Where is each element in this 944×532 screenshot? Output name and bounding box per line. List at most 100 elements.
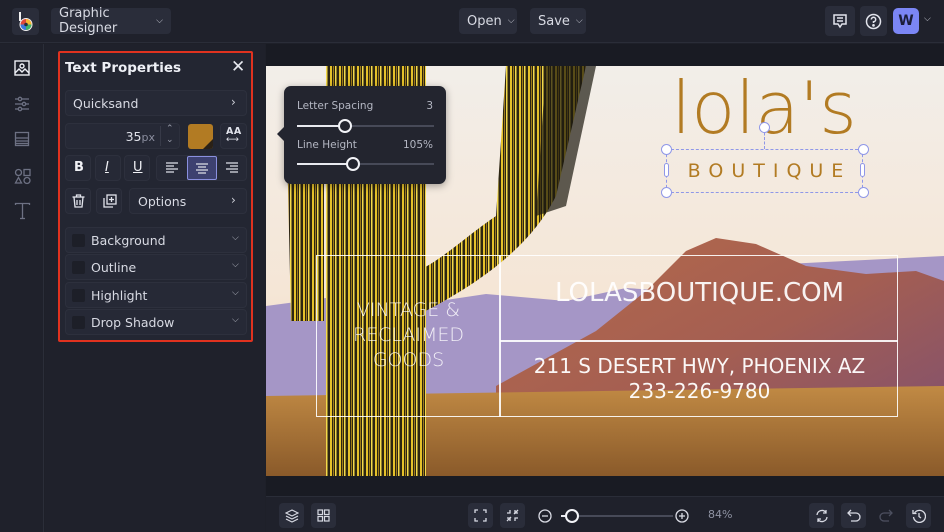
delete-button[interactable]	[65, 188, 91, 214]
letter-spacing-slider[interactable]	[297, 119, 434, 133]
highlight-checkbox[interactable]	[72, 289, 85, 302]
rail-item-adjustments[interactable]	[12, 94, 32, 114]
effect-highlight[interactable]: Highlight ⌵	[65, 282, 247, 308]
phone-text[interactable]: 233-226-9780	[501, 379, 898, 403]
account-chevron-down-icon[interactable]: ⌵	[924, 14, 931, 24]
letter-spacing-thumb[interactable]	[337, 119, 352, 133]
underline-button[interactable]: U	[124, 155, 150, 181]
rail-item-image-manager[interactable]	[12, 58, 32, 78]
font-size-display: 35px	[126, 129, 155, 144]
effect-outline[interactable]: Outline ⌵	[65, 254, 247, 280]
help-button[interactable]	[860, 6, 887, 36]
close-icon[interactable]: ✕	[231, 57, 245, 77]
align-right-button[interactable]	[218, 157, 246, 179]
tagline-line: RECLAIMED	[352, 324, 465, 346]
rail-item-text[interactable]	[12, 201, 32, 221]
line-height-slider[interactable]	[297, 157, 434, 171]
website-text[interactable]: LOLASBOUTIQUE.COM	[501, 278, 898, 308]
mode-dropdown[interactable]: Graphic Designer ⌵	[51, 6, 171, 36]
line-height-thumb[interactable]	[346, 157, 361, 171]
reset-button[interactable]	[809, 503, 834, 528]
app-logo[interactable]	[12, 8, 39, 35]
font-size-value: 35	[125, 129, 142, 144]
align-left-icon	[166, 162, 178, 173]
text-properties-panel: Text Properties ✕ Quicksand › 35px ⌃ ⌄ A…	[58, 51, 253, 342]
undo-button[interactable]	[841, 503, 866, 528]
effect-background[interactable]: Background ⌵	[65, 227, 247, 253]
shapes-icon	[13, 168, 31, 184]
tagline-text[interactable]: VINTAGE & RECLAIMED GOODS	[318, 298, 499, 373]
frame-divider-horizontal	[500, 340, 898, 342]
background-checkbox[interactable]	[72, 234, 85, 247]
redo-button[interactable]	[873, 503, 898, 528]
fit-screen-button[interactable]	[468, 503, 493, 528]
tagline-line: VINTAGE &	[356, 299, 461, 321]
effect-label: Outline	[91, 260, 137, 275]
trash-icon	[72, 194, 85, 208]
letter-spacing-value: 3	[426, 100, 433, 112]
zoom-slider[interactable]	[561, 509, 673, 523]
panel-title: Text Properties	[65, 60, 182, 76]
open-button[interactable]: Open ⌵	[459, 8, 517, 34]
letter-spacing-label: Letter Spacing	[297, 100, 374, 112]
zoom-thumb[interactable]	[565, 509, 580, 523]
layers-icon	[284, 508, 299, 523]
resize-handle-top-left[interactable]	[661, 144, 672, 155]
image-icon	[14, 60, 30, 76]
zoom-out-button[interactable]	[538, 508, 552, 527]
text-case-button[interactable]: AA ⟷	[220, 123, 247, 149]
selection-box[interactable]: BOUTIQUE	[666, 149, 863, 193]
effect-label: Highlight	[91, 288, 148, 303]
shrink-icon	[506, 509, 519, 522]
font-select[interactable]: Quicksand ›	[65, 90, 247, 116]
resize-handle-top-right[interactable]	[858, 144, 869, 155]
bold-button[interactable]: B	[65, 155, 91, 181]
comments-button[interactable]	[825, 6, 855, 36]
line-height-value: 105%	[402, 139, 433, 151]
tagline-line: GOODS	[372, 349, 445, 371]
open-label: Open	[467, 13, 502, 29]
rail-item-backgrounds[interactable]	[12, 129, 32, 149]
decrement-icon[interactable]: ⌄	[166, 135, 174, 145]
increment-icon[interactable]: ⌃	[166, 124, 174, 134]
font-size-unit: px	[141, 131, 156, 144]
duplicate-button[interactable]	[96, 188, 122, 214]
user-avatar[interactable]: W	[893, 8, 919, 34]
chevron-down-icon: ⌵	[232, 260, 239, 270]
layers-button[interactable]	[279, 503, 304, 528]
resize-handle-right[interactable]	[860, 163, 865, 177]
text-color-swatch[interactable]	[188, 124, 213, 149]
options-button[interactable]: Options ›	[129, 188, 247, 214]
line-height-label: Line Height	[297, 139, 357, 151]
address-text[interactable]: 211 S DESERT HWY, PHOENIX AZ	[501, 354, 898, 378]
history-button[interactable]	[906, 503, 931, 528]
resize-handle-left[interactable]	[664, 163, 669, 177]
comments-icon	[833, 14, 847, 29]
top-bar: Graphic Designer ⌵ Open ⌵ Save ⌵ W ⌵	[0, 0, 944, 43]
resize-handle-bottom-left[interactable]	[661, 187, 672, 198]
rotate-handle[interactable]	[759, 122, 770, 133]
bottom-toolbar: 84%	[266, 496, 944, 532]
outline-checkbox[interactable]	[72, 261, 85, 274]
help-icon	[865, 13, 882, 29]
swatch-corner	[203, 139, 213, 149]
zoom-in-button[interactable]	[675, 508, 689, 527]
save-button[interactable]: Save ⌵	[530, 8, 586, 34]
duplicate-icon	[103, 194, 117, 208]
italic-button[interactable]: I	[95, 155, 121, 181]
rail-item-graphics[interactable]	[12, 166, 32, 186]
align-left-button[interactable]	[158, 157, 186, 179]
grid-button[interactable]	[311, 503, 336, 528]
align-center-button[interactable]	[187, 156, 217, 180]
resize-handle-bottom-right[interactable]	[858, 187, 869, 198]
font-size-field[interactable]: 35px ⌃ ⌄	[65, 123, 180, 149]
underline-icon: U	[133, 160, 143, 175]
left-toolbar	[0, 44, 44, 532]
drop-shadow-checkbox[interactable]	[72, 316, 85, 329]
options-label: Options	[138, 194, 187, 209]
align-center-icon	[196, 163, 208, 174]
line-height-fill	[297, 163, 354, 165]
actual-size-button[interactable]	[500, 503, 525, 528]
layout-icon	[14, 131, 30, 147]
effect-drop-shadow[interactable]: Drop Shadow ⌵	[65, 309, 247, 335]
